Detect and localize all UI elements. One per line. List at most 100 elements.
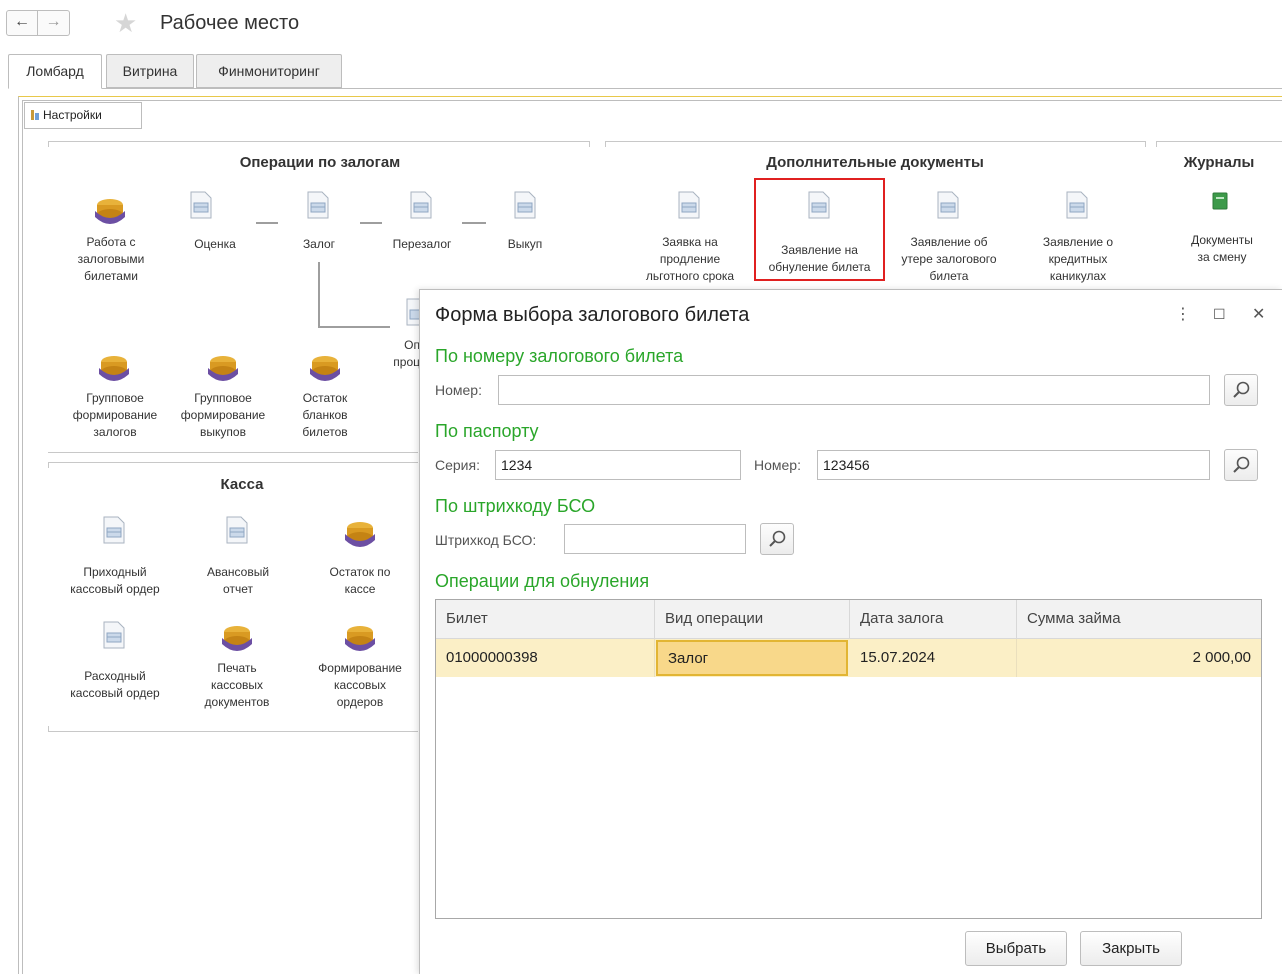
label-receipt-order[interactable]: Приходный кассовый ордер [56, 564, 174, 598]
label-line: Расходный [84, 669, 146, 683]
number-label: Номер: [435, 382, 482, 398]
search-icon [1233, 456, 1250, 473]
label-line: Авансовый [206, 565, 270, 579]
label-expense-order[interactable]: Расходный кассовый ордер [56, 668, 174, 702]
search-button[interactable] [760, 523, 794, 555]
cell-amount[interactable]: 2 000,00 [1017, 639, 1261, 677]
label-line: ордеров [336, 695, 384, 709]
label-cash-balance[interactable]: Остаток по кассе [310, 564, 410, 598]
label-appraisal[interactable]: Оценка [170, 236, 260, 253]
label-grace-period[interactable]: Заявка на продление льготного срока [630, 234, 750, 285]
column-header-ticket[interactable]: Билет [436, 600, 655, 639]
label-line: залоговыми [77, 252, 145, 266]
document-icon[interactable] [103, 516, 125, 544]
label-partial-payment[interactable]: Оп проц [384, 337, 420, 371]
label-line: льготного срока [645, 269, 735, 283]
passport-series-input[interactable]: 1234 [495, 450, 741, 480]
label-lost-ticket[interactable]: Заявление об утере залогового билета [886, 234, 1012, 285]
cell-operation[interactable]: Залог [656, 640, 848, 676]
table-row[interactable]: 01000000398 Залог 15.07.2024 2 000,00 [436, 639, 1261, 677]
coins-icon[interactable] [219, 620, 255, 656]
document-icon[interactable] [103, 621, 125, 649]
cell-ticket[interactable]: 01000000398 [436, 639, 655, 677]
select-button[interactable]: Выбрать [965, 931, 1067, 966]
group-tick [1156, 141, 1157, 147]
label-credit-holidays[interactable]: Заявление о кредитных каникулах [1020, 234, 1136, 285]
cell-date[interactable]: 15.07.2024 [850, 639, 1017, 677]
operations-table[interactable]: Билет Вид операции Дата залога Сумма зай… [435, 599, 1262, 919]
settings-button[interactable]: Настройки [24, 102, 142, 129]
label-line: проц [393, 355, 420, 369]
maximize-icon[interactable]: ☐ [1213, 306, 1226, 323]
tab-finmonitoring[interactable]: Финмониторинг [196, 54, 342, 88]
document-icon[interactable] [226, 516, 248, 544]
column-header-date[interactable]: Дата залога [850, 600, 1017, 639]
label-line: Групповое [194, 391, 252, 405]
settings-label: Настройки [43, 108, 102, 122]
coins-icon[interactable] [96, 350, 132, 386]
close-button[interactable]: Закрыть [1080, 931, 1182, 966]
document-icon[interactable] [937, 191, 959, 219]
label-line: Заявка на [662, 235, 718, 249]
document-icon[interactable] [1066, 191, 1088, 219]
document-icon[interactable] [307, 191, 329, 219]
label-line: Остаток [302, 391, 348, 405]
search-button[interactable] [1224, 374, 1258, 406]
coins-icon[interactable] [205, 350, 241, 386]
connector [256, 222, 278, 224]
connector [462, 222, 486, 224]
search-button[interactable] [1224, 449, 1258, 481]
label-redemption[interactable]: Выкуп [495, 236, 555, 253]
label-line: за смену [1197, 250, 1247, 264]
column-header-amount[interactable]: Сумма займа [1017, 600, 1261, 639]
more-icon[interactable]: ⋮ [1175, 304, 1191, 324]
label-form-orders[interactable]: Формирование кассовых ордеров [306, 660, 414, 711]
forward-button[interactable]: → [38, 10, 70, 36]
group-tick [1145, 141, 1146, 147]
favorite-star-icon[interactable]: ★ [114, 8, 137, 38]
coins-icon[interactable] [342, 516, 378, 552]
label-repledge[interactable]: Перезалог [380, 236, 464, 253]
ticket-select-dialog: Форма выбора залогового билета ⋮ ☐ ✕ По … [419, 289, 1282, 974]
coins-icon[interactable] [342, 620, 378, 656]
section-by-passport: По паспорту [435, 421, 539, 441]
journal-icon[interactable] [1212, 192, 1228, 210]
coins-icon[interactable] [92, 193, 128, 229]
label-line: выкупов [200, 425, 246, 439]
page-title: Рабочее место [160, 12, 300, 34]
label-blank-balance[interactable]: Остаток бланков билетов [285, 390, 365, 441]
document-icon[interactable] [410, 191, 432, 219]
label-shift-docs[interactable]: Документы за смену [1176, 232, 1268, 266]
label-line: Печать [217, 661, 257, 675]
barcode-input[interactable] [564, 524, 746, 554]
label-work-tickets[interactable]: Работа с залоговыми билетами [50, 234, 172, 285]
document-icon[interactable] [678, 191, 700, 219]
back-button[interactable]: ← [6, 10, 38, 36]
label-advance-report[interactable]: Авансовый отчет [190, 564, 286, 598]
tab-vitrina[interactable]: Витрина [106, 54, 194, 88]
tab-lombard[interactable]: Ломбард [8, 54, 102, 89]
label-pledge[interactable]: Залог [284, 236, 354, 253]
document-icon[interactable] [514, 191, 536, 219]
ticket-number-input[interactable] [498, 375, 1210, 405]
dialog-title: Форма выбора залогового билета [435, 304, 750, 326]
group-title-cash: Касса [220, 476, 264, 493]
coins-icon[interactable] [307, 350, 343, 386]
column-header-operation[interactable]: Вид операции [655, 600, 850, 639]
label-line: билета [929, 269, 969, 283]
section-by-ticket: По номеру залогового билета [435, 346, 684, 366]
label-line: Остаток по [329, 565, 391, 579]
label-print-docs[interactable]: Печать кассовых документов [187, 660, 287, 711]
document-icon[interactable] [190, 191, 212, 219]
group-line-pledge-ops-bottom [48, 452, 418, 453]
label-group-redemptions[interactable]: Групповое формирование выкупов [168, 390, 278, 441]
label-group-pledges[interactable]: Групповое формирование залогов [60, 390, 170, 441]
label-line: билетами [84, 269, 138, 283]
label-line: бланков [302, 408, 348, 422]
label-line: Заявление об [910, 235, 988, 249]
connector [318, 262, 320, 328]
group-line-cash [48, 462, 418, 463]
group-tick [48, 462, 49, 468]
passport-number-input[interactable]: 123456 [817, 450, 1210, 480]
close-icon[interactable]: ✕ [1252, 304, 1265, 324]
